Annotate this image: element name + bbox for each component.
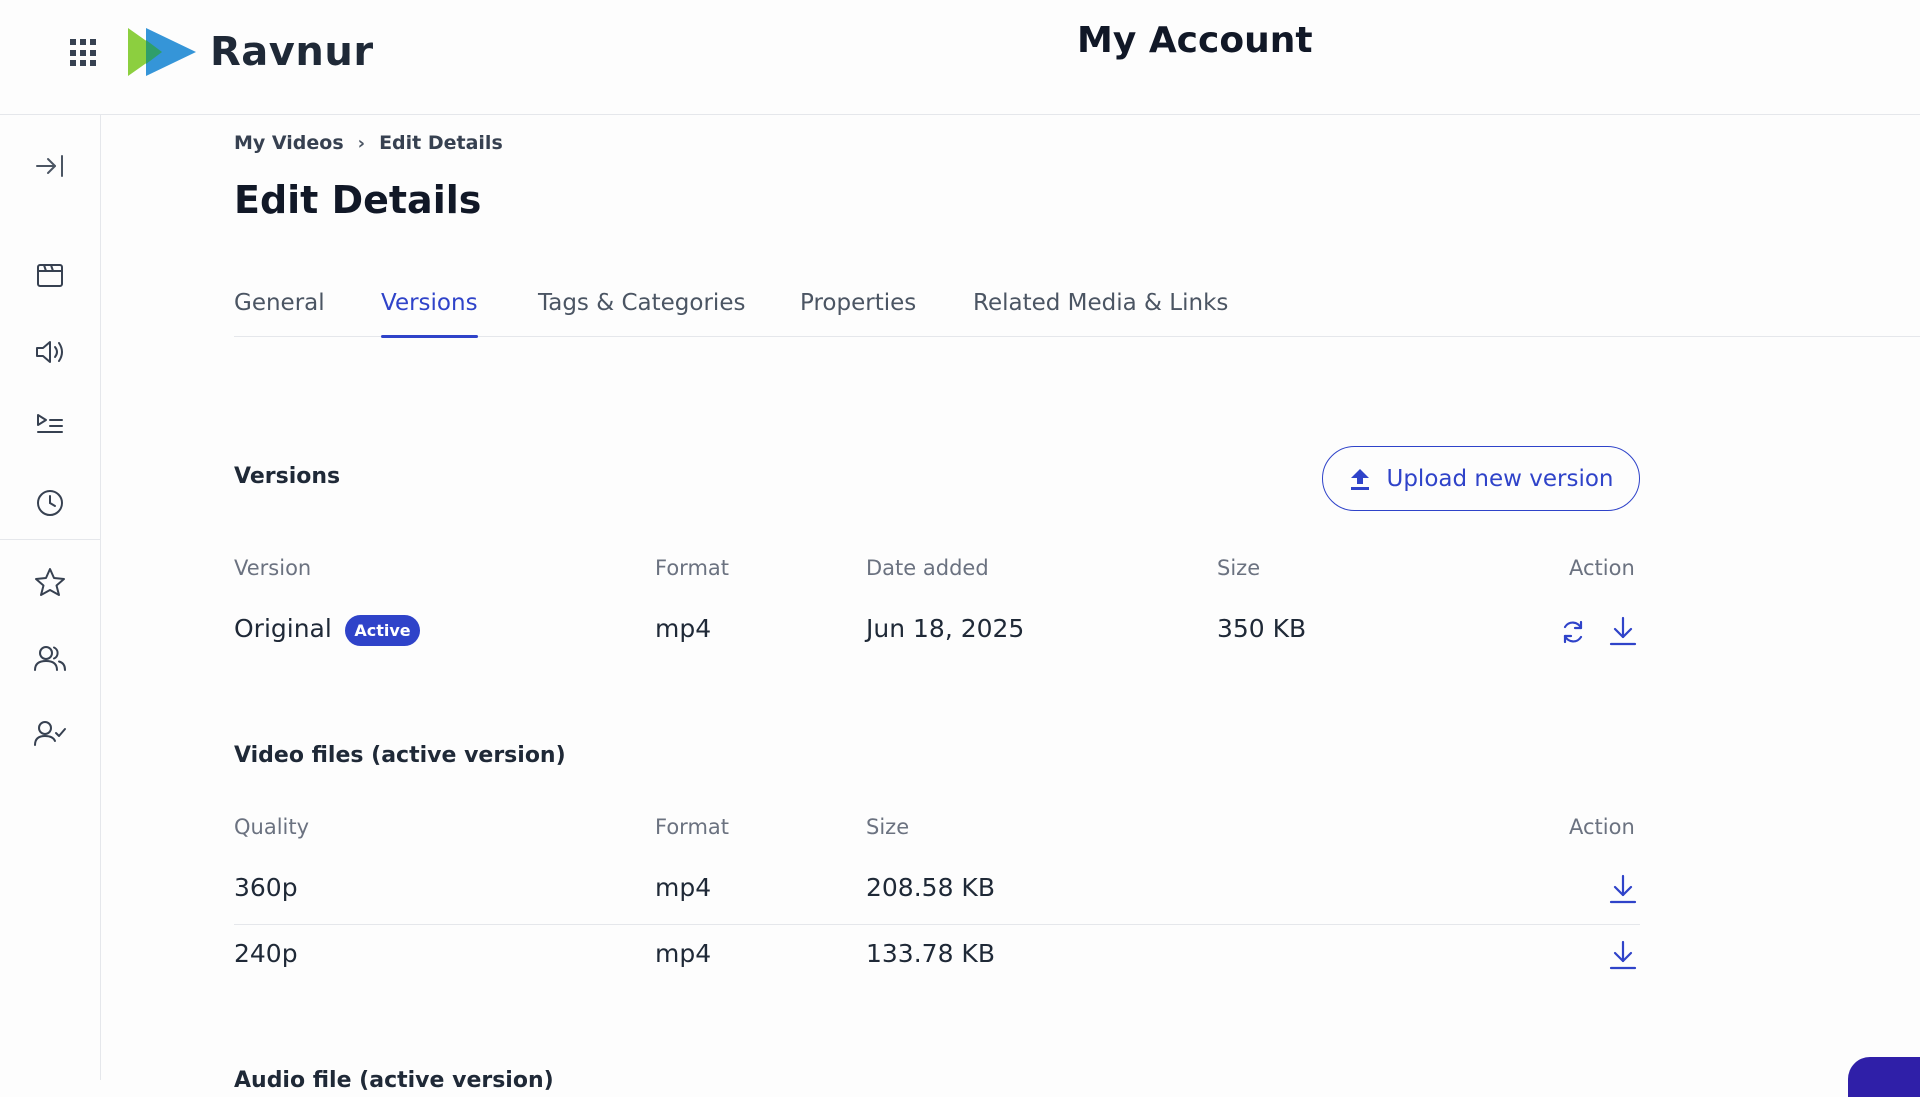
star-icon[interactable] [33,565,67,599]
file-size: 133.78 KB [866,939,995,968]
top-bar: Ravnur My Account [0,0,1920,115]
col-format: Format [655,556,730,580]
col-date-added: Date added [866,556,989,580]
download-icon[interactable] [1607,938,1639,972]
user-check-icon[interactable] [33,716,67,750]
sidebar-divider [0,539,100,540]
download-icon[interactable] [1607,614,1639,648]
file-format: mp4 [655,873,712,902]
version-date-added: Jun 18, 2025 [866,614,1025,643]
tab-related-media-links[interactable]: Related Media & Links [973,290,1228,337]
versions-section-title: Versions [234,464,341,489]
apps-grid-icon[interactable] [70,39,98,67]
sidebar [0,115,101,1080]
tab-tags-categories[interactable]: Tags & Categories [538,290,745,337]
col-size: Size [1217,556,1261,580]
brand-name: Ravnur [210,29,374,75]
playlist-icon[interactable] [33,407,67,441]
tab-properties[interactable]: Properties [800,290,916,337]
upload-new-version-button[interactable]: Upload new version [1322,446,1640,511]
video-files-section-title: Video files (active version) [234,743,566,768]
audio-file-section-title: Audio file (active version) [234,1068,554,1093]
page-title: Edit Details [234,178,482,222]
upload-icon [1349,467,1371,491]
version-format: mp4 [655,614,712,643]
col-format: Format [655,815,730,839]
ravnur-logo-icon [128,28,196,76]
account-title: My Account [1077,20,1313,61]
breadcrumb-current: Edit Details [379,132,503,154]
version-name: Original [234,614,332,643]
version-size: 350 KB [1217,614,1307,643]
help-chat-button[interactable] [1848,1057,1920,1097]
collapse-sidebar-icon[interactable] [33,149,67,183]
download-icon[interactable] [1607,872,1639,906]
tab-bar: General Versions Tags & Categories Prope… [234,290,1920,338]
col-quality: Quality [234,815,310,839]
file-format: mp4 [655,939,712,968]
col-action: Action [1569,556,1635,580]
brand-logo[interactable]: Ravnur [128,24,374,80]
breadcrumb: My Videos › Edit Details [234,132,503,154]
file-size: 208.58 KB [866,873,995,902]
breadcrumb-my-videos[interactable]: My Videos [234,132,344,154]
file-quality: 240p [234,939,298,968]
row-divider [234,924,1640,925]
videos-calendar-icon[interactable] [33,258,67,292]
col-version: Version [234,556,312,580]
tab-general[interactable]: General [234,290,325,337]
users-icon[interactable] [33,641,67,675]
speaker-icon[interactable] [33,335,67,369]
upload-new-version-label: Upload new version [1386,465,1614,492]
col-size: Size [866,815,910,839]
active-badge: Active [345,615,420,646]
file-quality: 360p [234,873,298,902]
clock-icon[interactable] [33,486,67,520]
col-action: Action [1569,815,1635,839]
refresh-icon[interactable] [1557,615,1589,649]
tab-versions[interactable]: Versions [381,290,478,338]
breadcrumb-separator: › [357,132,366,154]
